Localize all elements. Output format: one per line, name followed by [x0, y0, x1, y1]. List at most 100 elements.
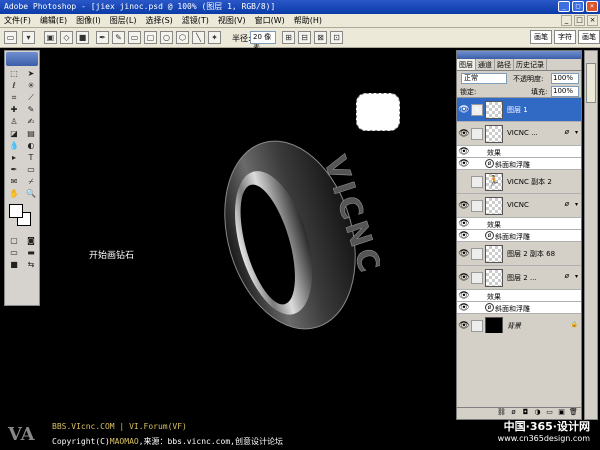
expand-icon[interactable]: ▾ — [575, 273, 578, 280]
exclude-area-icon[interactable]: ⊡ — [330, 31, 343, 44]
link-icon[interactable] — [471, 320, 483, 332]
effects-row[interactable]: 👁 效果 — [457, 146, 581, 158]
link-icon[interactable] — [471, 200, 483, 212]
menu-filter[interactable]: 滤镜(T) — [182, 15, 209, 26]
eye-icon[interactable]: 👁 — [458, 320, 470, 332]
doc-restore-button[interactable]: □ — [574, 15, 585, 26]
healing-brush-icon[interactable]: ✚ — [6, 104, 22, 115]
eye-icon[interactable]: 👁 — [458, 128, 470, 140]
new-layer-icon[interactable]: ▣ — [557, 408, 566, 417]
link-layers-icon[interactable]: ⛓ — [497, 408, 506, 417]
eye-icon[interactable]: 👁 — [458, 146, 470, 158]
lasso-tool-icon[interactable]: ℓ — [6, 80, 22, 91]
marquee-tool-icon[interactable]: ⬚ — [6, 68, 22, 79]
type-tool-icon[interactable]: T — [23, 152, 39, 163]
expand-icon[interactable]: ▾ — [575, 201, 578, 208]
tab-layers[interactable]: 图层 — [457, 59, 476, 70]
intersect-area-icon[interactable]: ⊠ — [314, 31, 327, 44]
eye-icon[interactable]: 👁 — [458, 248, 470, 260]
jump-to-imageready-icon[interactable]: ⇆ — [23, 259, 39, 270]
quick-mask-icon[interactable]: ◙ — [23, 235, 39, 246]
add-style-icon[interactable]: ø — [509, 408, 518, 417]
gradient-tool-icon[interactable]: ▤ — [23, 128, 39, 139]
right-scrollbar[interactable] — [584, 50, 598, 420]
move-tool-icon[interactable]: ➤ — [23, 68, 39, 79]
eyedropper-icon[interactable]: ⌿ — [23, 176, 39, 187]
eye-icon[interactable]: 👁 — [458, 158, 470, 170]
layer-row[interactable]: 👁 图层 2 ... ø ▾ — [457, 266, 581, 290]
doc-close-button[interactable]: × — [587, 15, 598, 26]
eye-icon[interactable] — [458, 176, 470, 188]
dodge-tool-icon[interactable]: ◐ — [23, 140, 39, 151]
effects-row[interactable]: 👁 效果 — [457, 218, 581, 230]
eye-icon[interactable]: 👁 — [458, 230, 470, 242]
ellipse-icon[interactable]: ○ — [160, 31, 173, 44]
menu-select[interactable]: 选择(S) — [145, 15, 172, 26]
line-icon[interactable]: ╲ — [192, 31, 205, 44]
palette-tab-character[interactable]: 字符 — [554, 30, 576, 44]
scrollbar-thumb[interactable] — [586, 63, 596, 103]
menu-view[interactable]: 视图(V) — [218, 15, 246, 26]
crop-tool-icon[interactable]: ⌗ — [6, 92, 22, 103]
freeform-pen-icon[interactable]: ✎ — [112, 31, 125, 44]
path-select-icon[interactable]: ▸ — [6, 152, 22, 163]
layer-row[interactable]: 👁 背景 🔒 — [457, 314, 581, 333]
menu-layer[interactable]: 图层(L) — [110, 15, 137, 26]
hand-tool-icon[interactable]: ✋ — [6, 188, 22, 199]
new-fill-layer-icon[interactable]: ◑ — [533, 408, 542, 417]
add-to-area-icon[interactable]: ⊞ — [282, 31, 295, 44]
eye-icon[interactable]: 👁 — [458, 104, 470, 116]
eye-icon[interactable]: 👁 — [458, 272, 470, 284]
pen-tool-icon[interactable]: ✒ — [96, 31, 109, 44]
tab-paths[interactable]: 路径 — [495, 59, 514, 70]
new-group-icon[interactable]: ▭ — [545, 408, 554, 417]
menu-edit[interactable]: 编辑(E) — [40, 15, 67, 26]
layer-row[interactable]: 👁 VICNC ø ▾ — [457, 194, 581, 218]
layer-row[interactable]: 👁 ✎ 图层 1 — [457, 98, 581, 122]
menu-file[interactable]: 文件(F) — [4, 15, 31, 26]
link-icon[interactable] — [471, 272, 483, 284]
notes-tool-icon[interactable]: ✉ — [6, 176, 22, 187]
effect-item-row[interactable]: 👁 ø 斜面和浮雕 — [457, 302, 581, 314]
screen-mode-1-icon[interactable]: ▭ — [6, 247, 22, 258]
eye-icon[interactable]: 👁 — [458, 302, 470, 314]
palette-tab-brushes[interactable]: 画笔 — [530, 30, 552, 44]
delete-layer-icon[interactable]: 🗑 — [569, 408, 578, 417]
brush-icon[interactable]: ✎ — [471, 104, 483, 116]
foreground-color-swatch[interactable] — [9, 204, 23, 218]
custom-shape-icon[interactable]: ✦ — [208, 31, 221, 44]
effect-item-row[interactable]: 👁 ø 斜面和浮雕 — [457, 230, 581, 242]
polygon-icon[interactable]: ⬡ — [176, 31, 189, 44]
eraser-tool-icon[interactable]: ◪ — [6, 128, 22, 139]
opacity-input[interactable]: 100% — [551, 73, 579, 84]
link-icon[interactable] — [471, 176, 483, 188]
rounded-rect-icon[interactable]: ▢ — [144, 31, 157, 44]
layer-row[interactable]: 👁 图层 2 副本 68 — [457, 242, 581, 266]
eye-icon[interactable]: 👁 — [458, 218, 470, 230]
eye-icon[interactable]: 👁 — [458, 200, 470, 212]
eye-icon[interactable]: 👁 — [458, 290, 470, 302]
screen-mode-2-icon[interactable]: ▬ — [23, 247, 39, 258]
paths-icon[interactable]: ◇ — [60, 31, 73, 44]
maximize-button[interactable]: □ — [572, 1, 584, 12]
effects-row[interactable]: 👁 效果 — [457, 290, 581, 302]
fill-pixels-icon[interactable]: ■ — [76, 31, 89, 44]
add-mask-icon[interactable]: ◘ — [521, 408, 530, 417]
menu-window[interactable]: 窗口(W) — [255, 15, 285, 26]
layer-row[interactable]: 👁 VICNC ... ø ▾ — [457, 122, 581, 146]
fill-input[interactable]: 100% — [551, 86, 579, 97]
magic-wand-icon[interactable]: ✳ — [23, 80, 39, 91]
rectangle-icon[interactable]: ▭ — [128, 31, 141, 44]
standard-mode-icon[interactable]: ▢ — [6, 235, 22, 246]
shape-tool-icon[interactable]: ▭ — [23, 164, 39, 175]
tab-history[interactable]: 历史记录 — [514, 59, 547, 70]
radius-input[interactable]: 20 像素 — [250, 31, 276, 52]
layers-panel-titlebar[interactable] — [457, 51, 581, 59]
history-brush-icon[interactable]: ✍ — [23, 116, 39, 127]
pen-tool-icon[interactable]: ✒ — [6, 164, 22, 175]
menu-image[interactable]: 图像(I) — [76, 15, 101, 26]
expand-icon[interactable]: ▾ — [575, 129, 578, 136]
menu-help[interactable]: 帮助(H) — [294, 15, 322, 26]
palette-tab-brushes-2[interactable]: 画笔 — [578, 30, 600, 44]
close-button[interactable]: × — [586, 1, 598, 12]
